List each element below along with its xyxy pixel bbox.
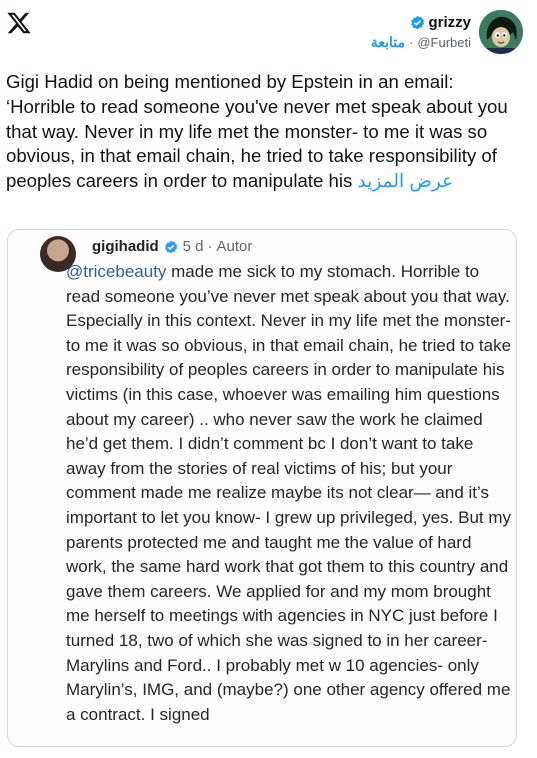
ig-comment-text: made me sick to my stomach. Horrible to …: [66, 262, 512, 724]
ig-mention: @tricebeauty: [66, 262, 167, 281]
show-more-link[interactable]: عرض المزيد: [357, 170, 453, 191]
tweet-author: grizzy متابعة · @Furbeti: [371, 10, 523, 54]
tweet-text: Gigi Hadid on being mentioned by Epstein…: [6, 70, 526, 194]
ig-separator: ·: [207, 238, 213, 255]
display-name[interactable]: grizzy: [428, 14, 471, 31]
ig-username: gigihadid: [92, 238, 159, 255]
follow-button[interactable]: متابعة: [371, 34, 405, 51]
verified-badge-icon: [411, 15, 425, 29]
handle[interactable]: @Furbeti: [417, 35, 471, 50]
verified-badge-icon: [164, 240, 177, 253]
avatar-image: [479, 10, 523, 54]
ig-time: 5 d: [182, 238, 204, 255]
author-text: grizzy متابعة · @Furbeti: [371, 14, 471, 51]
ig-name-row: gigihadid 5 d · Autor: [92, 238, 252, 255]
separator-dot: ·: [408, 34, 414, 50]
x-logo-icon[interactable]: [6, 10, 32, 36]
name-row: grizzy: [410, 14, 471, 31]
embedded-image[interactable]: gigihadid 5 d · Autor @tricebeauty made …: [7, 229, 517, 747]
ig-comment-body: @tricebeauty made me sick to my stomach.…: [66, 260, 514, 727]
avatar[interactable]: [479, 10, 523, 54]
ig-role: Autor: [216, 238, 253, 255]
handle-row: متابعة · @Furbeti: [371, 34, 471, 51]
